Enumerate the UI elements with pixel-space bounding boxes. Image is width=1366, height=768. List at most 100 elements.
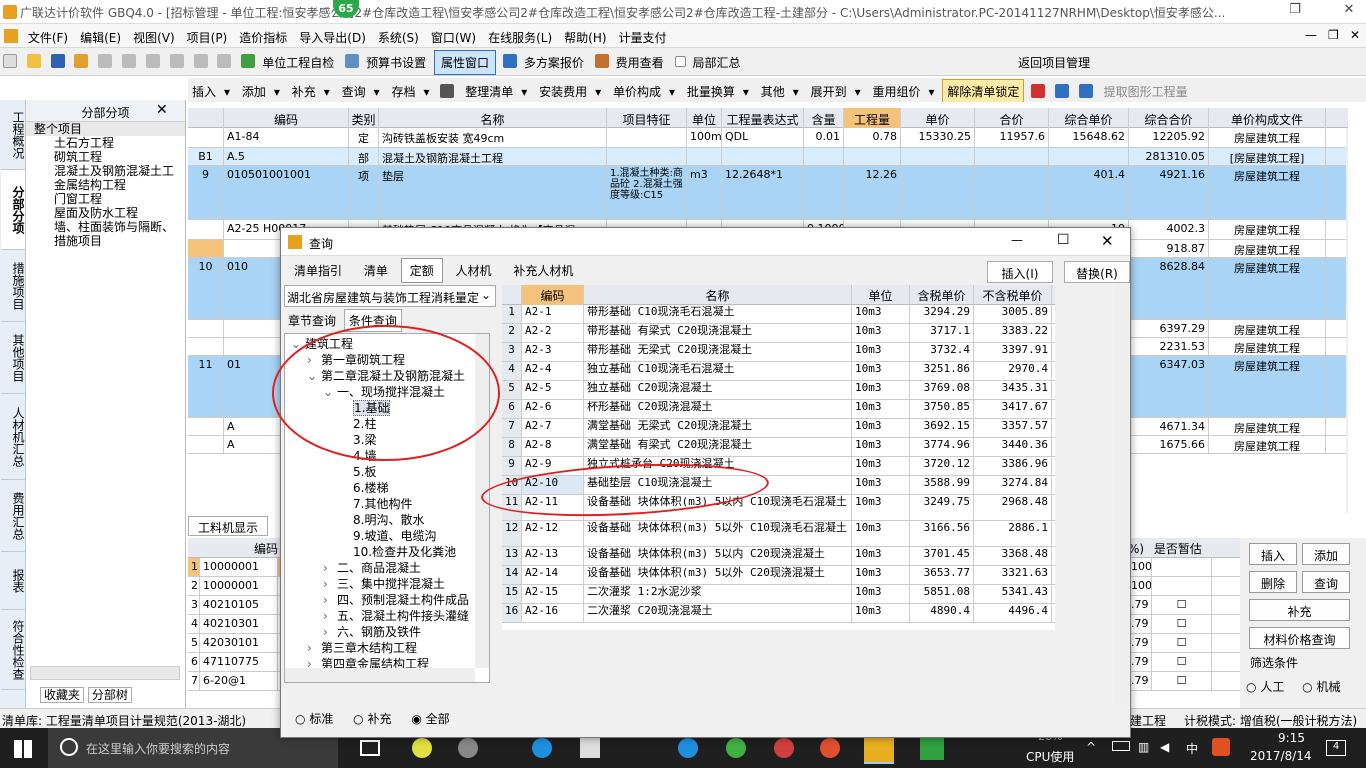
quota-cell-p2[interactable]: 3383.22 [974,324,1052,342]
quota-cell-code[interactable]: A2-12 [522,521,584,546]
radio-supplement[interactable]: ○ [353,712,363,726]
grid-cell-type[interactable]: 定 [349,128,379,147]
quota-cell-p1[interactable]: 5851.08 [910,585,974,603]
multi-plan-icon[interactable] [502,54,517,68]
col-quota-code[interactable]: 编码 [522,285,584,305]
grid-cell-file[interactable]: 房屋建筑工程 [1209,436,1326,453]
menu-view[interactable]: 视图(V) [127,24,181,46]
tab-labor-material-display[interactable]: 工料机显示 [188,516,268,536]
grid-cell-cprice[interactable]: 401.4 [1049,166,1129,219]
quota-cell-unit[interactable]: 10m3 [852,585,910,603]
grid-cell-type[interactable]: 项 [349,166,379,219]
copy-icon[interactable] [122,54,137,68]
tree-item[interactable]: 门窗工程 [26,192,185,206]
grid-cell-code[interactable]: A.5 [224,148,349,165]
col-price-tax[interactable]: 含税单价 [910,285,974,305]
quota-cell-p1[interactable]: 3750.85 [910,400,974,418]
quota-cell-unit[interactable]: 10m3 [852,419,910,437]
insert-resource-button[interactable]: 插入 [1249,543,1297,565]
query-button[interactable]: 查询 [338,78,370,100]
grid-cell-file[interactable]: [房屋建筑工程] [1209,148,1326,165]
chevron-right-icon[interactable]: › [323,624,337,640]
quota-cell-code[interactable]: A2-3 [522,343,584,361]
grid-cell-unit[interactable]: m3 [687,166,722,219]
quota-cell-name[interactable]: 设备基础 块体体积(m3) 5以内 C20现浇混凝土 [584,547,852,565]
app-swirl-icon[interactable] [774,738,794,758]
grid-cell-ctotal[interactable]: 4671.34 [1129,418,1209,435]
add-resource-button[interactable]: 添加 [1302,543,1350,565]
close-icon[interactable]: ✕ [156,102,168,118]
resource-row[interactable]: 3 40210105 [188,596,283,615]
volume-icon[interactable]: ◀ [1160,740,1169,754]
grid-cell-cprice[interactable]: 15648.62 [1049,128,1129,147]
property-window-button[interactable]: 属性窗口 [433,50,496,75]
grid-cell-file[interactable]: 房屋建筑工程 [1209,220,1326,239]
quota-cell-p1[interactable]: 3251.86 [910,362,974,380]
quota-cell-p2[interactable]: 3397.91 [974,343,1052,361]
grid-cell-expr[interactable] [722,148,804,165]
quota-cell-p1[interactable]: 4890.4 [910,604,974,622]
quota-cell-p1[interactable]: 3294.29 [910,305,974,323]
redo-icon[interactable] [217,54,232,68]
dialog-replace-button[interactable]: 替换(R) [1064,261,1130,283]
quota-cell-code[interactable]: A2-2 [522,324,584,342]
tab-fee-summary[interactable]: 费用汇总 [1,480,25,552]
arrow-down-icon[interactable] [1078,84,1093,98]
grid-cell-unit[interactable] [687,148,722,165]
col-code[interactable]: 编码 [224,108,349,128]
quota-cell-unit[interactable]: 10m3 [852,547,910,565]
gbq-app-icon[interactable] [864,734,894,764]
expand-to-button[interactable]: 展开到 [807,78,851,100]
resource-code[interactable]: 10000001 [200,577,278,595]
quota-cell-p1[interactable]: 3769.08 [910,381,974,399]
grid-row[interactable]: A1-84 定沟砖铁盖板安装 宽49cm 100m QDL 0.01 0.78 15330.… [188,128,1348,148]
quota-cell-name[interactable]: 二次灌浆 1:2水泥沙浆 [584,585,852,603]
chapter-tree-item[interactable]: › 六、钢筋及铁件 [285,624,489,640]
mdi-restore-icon[interactable]: ❐ [1328,28,1339,42]
grid-cell-no[interactable] [188,240,224,257]
resource-row[interactable]: 2 10000001 [188,577,283,596]
chevron-right-icon[interactable]: › [323,576,337,592]
organize-list-button[interactable]: 整理清单 [461,78,517,100]
quota-cell-p1[interactable]: 3774.96 [910,438,974,456]
tab-list[interactable]: 清单 [355,258,397,283]
quota-cell-p2[interactable]: 3417.67 [974,400,1052,418]
resource-code[interactable]: 40210105 [200,596,278,614]
quota-cell-code[interactable]: A2-15 [522,585,584,603]
quota-cell-p2[interactable]: 3440.36 [974,438,1052,456]
quota-cell-name[interactable]: 满堂基础 无梁式 C20现浇混凝土 [584,419,852,437]
provisional-checkbox[interactable]: ☐ [1152,615,1212,633]
grid-cell-file[interactable]: 房屋建筑工程 [1209,320,1326,337]
tree-item[interactable]: 屋面及防水工程 [26,206,185,220]
mdi-minimize-icon[interactable]: — [1305,28,1317,42]
quota-cell-code[interactable]: A2-1 [522,305,584,323]
radio-labor[interactable]: ○ [1246,680,1256,694]
grid-cell-code[interactable]: A1-84 [224,128,349,147]
library-select[interactable]: 湖北省房屋建筑与装饰工程消耗量定 ⌄ [284,285,496,307]
settings-icon[interactable] [345,54,360,68]
menu-window[interactable]: 窗口(W) [425,24,482,46]
grid-cell-feat[interactable] [607,148,687,165]
dialog-insert-button[interactable]: 插入(I) [987,261,1053,283]
resource-row[interactable]: 6 47110775 [188,653,283,672]
quota-cell-p1[interactable]: 3166.56 [910,521,974,546]
cut-icon[interactable] [98,54,113,68]
grid-cell-file[interactable]: 房屋建筑工程 [1209,356,1326,417]
install-fee-button[interactable]: 安装费用 [535,78,591,100]
chrome-icon[interactable] [412,738,432,758]
tray-up-icon[interactable]: ^ [1086,740,1096,754]
quota-cell-p2[interactable]: 2886.1 [974,521,1052,546]
tree-item[interactable]: 砌筑工程 [26,150,185,164]
resource-code[interactable]: 47110775 [200,653,278,671]
quota-cell-name[interactable]: 设备基础 块体体积(m3) 5以外 C20现浇混凝土 [584,566,852,584]
ie-icon[interactable] [532,738,552,758]
tab-supplement-material[interactable]: 补充人材机 [504,258,582,283]
quota-cell-name[interactable]: 带形基础 有梁式 C20现浇混凝土 [584,324,852,342]
quota-row[interactable]: 15 A2-15 二次灌浆 1:2水泥沙浆 10m3 5851.08 5341.43 [502,585,1055,604]
col-price-file[interactable]: 单价构成文件 [1209,108,1326,128]
grid-cell-qty[interactable] [844,148,901,165]
grid-cell-ctotal[interactable]: 4002.3 [1129,220,1209,239]
grid-cell-code[interactable]: 010501001001 [224,166,349,219]
chapter-tree-item[interactable]: 8.明沟、散水 [285,512,489,528]
resource-code[interactable]: 10000001 [200,558,278,576]
